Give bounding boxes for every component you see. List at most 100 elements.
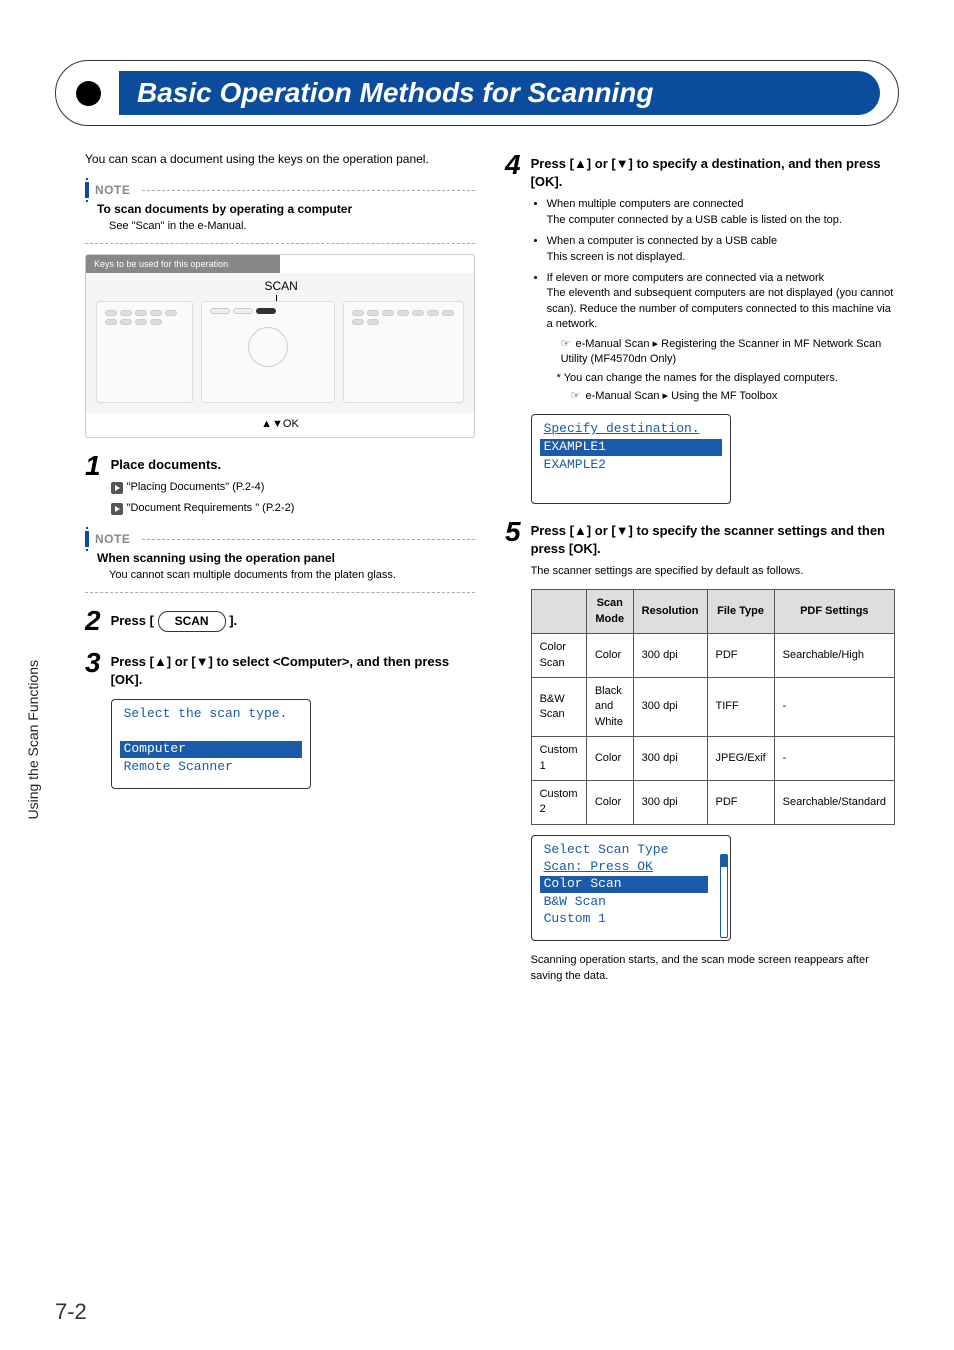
note-label: NOTE <box>95 182 130 199</box>
bullet-item: When multiple computers are connected Th… <box>547 197 895 228</box>
diagram-scan-label: SCAN <box>264 278 297 295</box>
note1-heading: To scan documents by operating a compute… <box>97 201 475 218</box>
step-5-desc: The scanner settings are specified by de… <box>531 564 895 579</box>
note-heading: NOTE <box>85 182 475 199</box>
step-1-number: 1 <box>85 452 101 517</box>
ref-link-placing: "Placing Documents" (P.2-4) <box>111 480 475 495</box>
manual-ref-text: e-Manual Scan ▸ Using the MF Toolbox <box>586 390 778 402</box>
step-5-number: 5 <box>505 518 521 984</box>
ref-icon <box>111 503 123 515</box>
note-heading: NOTE <box>85 531 475 548</box>
bullet-detail: The computer connected by a USB cable is… <box>547 214 842 226</box>
bullet-item: If eleven or more computers are connecte… <box>547 271 895 333</box>
table-cell: - <box>774 737 894 781</box>
table-row: Color ScanColor300 dpiPDFSearchable/High <box>531 634 894 678</box>
key-diagram: Keys to be used for this operation SCAN <box>85 254 475 438</box>
table-row: Custom 2Color300 dpiPDFSearchable/Standa… <box>531 780 894 824</box>
step-4-number: 4 <box>505 151 521 504</box>
table-cell: Color Scan <box>531 634 586 678</box>
lcd-blank <box>120 723 302 740</box>
note2-body: You cannot scan multiple documents from … <box>109 568 475 583</box>
page-number: 7-2 <box>55 1299 87 1325</box>
table-cell: Black and White <box>586 677 633 736</box>
step-5-title: Press [▲] or [▼] to specify the scanner … <box>531 522 895 558</box>
bullet-head: When a computer is connected by a USB ca… <box>547 235 778 247</box>
table-cell: JPEG/Exif <box>707 737 774 781</box>
table-header: Scan Mode <box>586 590 633 634</box>
lcd-screen-destination: Specify destination. EXAMPLE1 EXAMPLE2 <box>531 414 731 504</box>
banner-bullet-icon <box>76 81 101 106</box>
table-cell: - <box>774 677 894 736</box>
table-cell: 300 dpi <box>633 737 707 781</box>
lcd-line: Select the scan type. <box>120 706 302 723</box>
table-header: File Type <box>707 590 774 634</box>
lcd-line: EXAMPLE2 <box>540 457 722 474</box>
table-cell: PDF <box>707 634 774 678</box>
footnote: * You can change the names for the displ… <box>557 371 895 386</box>
note-icon <box>85 531 89 547</box>
page-title: Basic Operation Methods for Scanning <box>119 71 880 115</box>
ref-text: "Placing Documents" (P.2-4) <box>127 480 265 495</box>
note1-body: See "Scan" in the e-Manual. <box>109 219 475 234</box>
table-cell: Color <box>586 634 633 678</box>
scan-button-graphic: SCAN <box>158 611 226 632</box>
bullet-item: When a computer is connected by a USB ca… <box>547 234 895 265</box>
table-cell: 300 dpi <box>633 780 707 824</box>
table-cell: B&W Scan <box>531 677 586 736</box>
table-cell: 300 dpi <box>633 677 707 736</box>
lcd-line: Remote Scanner <box>120 759 302 776</box>
right-column: 4 Press [▲] or [▼] to specify a destinat… <box>505 151 895 984</box>
step-2-pre: Press [ <box>111 613 158 628</box>
table-cell: TIFF <box>707 677 774 736</box>
table-row: B&W ScanBlack and White300 dpiTIFF- <box>531 677 894 736</box>
lcd-line: Custom 1 <box>540 911 722 928</box>
table-cell: PDF <box>707 780 774 824</box>
side-tab: Using the Scan Functions <box>25 660 41 820</box>
bullet-detail: This screen is not displayed. <box>547 251 686 263</box>
lcd-selected: Color Scan <box>540 876 708 893</box>
step-2-number: 2 <box>85 607 101 635</box>
title-banner: Basic Operation Methods for Scanning <box>55 60 899 126</box>
table-header: PDF Settings <box>774 590 894 634</box>
step-5: 5 Press [▲] or [▼] to specify the scanne… <box>505 518 895 984</box>
table-header: Resolution <box>633 590 707 634</box>
step-5-after: Scanning operation starts, and the scan … <box>531 953 895 984</box>
bullet-head: When multiple computers are connected <box>547 198 744 210</box>
bullet-detail: The eleventh and subsequent computers ar… <box>547 287 894 330</box>
step-4: 4 Press [▲] or [▼] to specify a destinat… <box>505 151 895 504</box>
note-divider <box>85 243 475 244</box>
lcd-line: Specify destination. <box>540 421 722 438</box>
lcd-scrollbar <box>721 855 727 867</box>
note-label: NOTE <box>95 531 130 548</box>
ref-icon <box>111 482 123 494</box>
table-cell: Custom 2 <box>531 780 586 824</box>
table-cell: Custom 1 <box>531 737 586 781</box>
note2-heading: When scanning using the operation panel <box>97 550 475 567</box>
lcd-selected: Computer <box>120 741 302 758</box>
lcd-line: B&W Scan <box>540 894 722 911</box>
step-1-title: Place documents. <box>111 456 475 474</box>
table-cell: Color <box>586 737 633 781</box>
table-header <box>531 590 586 634</box>
manual-ref: ☞ e-Manual Scan ▸ Using the MF Toolbox <box>571 389 895 404</box>
step-1: 1 Place documents. "Placing Documents" (… <box>85 452 475 517</box>
manual-ref-text: e-Manual Scan ▸ Registering the Scanner … <box>561 338 882 365</box>
manual-ref: ☞ e-Manual Scan ▸ Registering the Scanne… <box>561 337 895 368</box>
table-cell: 300 dpi <box>633 634 707 678</box>
step-3-title: Press [▲] or [▼] to select <Computer>, a… <box>111 653 475 689</box>
diagram-ok-label: ▲▼OK <box>86 413 474 436</box>
lcd-selected: EXAMPLE1 <box>540 439 722 456</box>
note-icon <box>85 182 89 198</box>
left-column: You can scan a document using the keys o… <box>85 151 475 984</box>
step-2-title: Press [ SCAN ]. <box>111 611 475 632</box>
key-diagram-header: Keys to be used for this operation <box>86 255 280 274</box>
pointer-icon: ☞ <box>571 389 581 404</box>
table-cell: Searchable/Standard <box>774 780 894 824</box>
step-3: 3 Press [▲] or [▼] to select <Computer>,… <box>85 649 475 789</box>
step-4-title: Press [▲] or [▼] to specify a destinatio… <box>531 155 895 191</box>
table-cell: Searchable/High <box>774 634 894 678</box>
lcd-line: Scan: Press OK <box>540 859 722 876</box>
intro-text: You can scan a document using the keys o… <box>85 151 475 168</box>
ref-text: "Document Requirements " (P.2-2) <box>127 501 295 516</box>
table-row: Custom 1Color300 dpiJPEG/Exif- <box>531 737 894 781</box>
